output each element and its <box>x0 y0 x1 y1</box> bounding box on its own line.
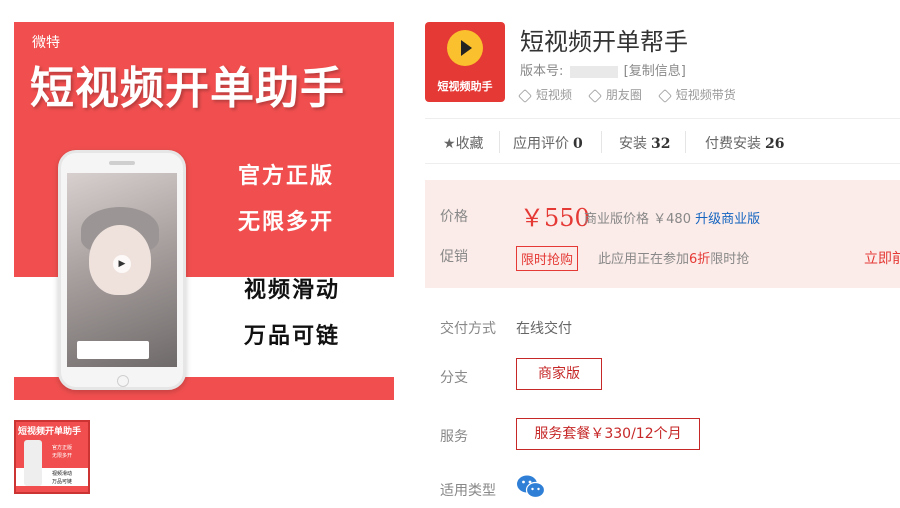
promo-badge: 限时抢购 <box>516 246 579 271</box>
tag-list: 短视频 朋友圈 短视频带货 <box>517 86 750 103</box>
promo-discount: 6折 <box>689 252 711 267</box>
version-label: 版本号: <box>520 64 564 79</box>
phone-screen: ▶ <box>67 173 177 367</box>
banner-slogan-2: 无限多开 <box>238 210 335 235</box>
version-row: 版本号: [复制信息] <box>520 60 686 79</box>
tag-icon <box>657 88 672 103</box>
buy-now-link[interactable]: 立即前 <box>864 248 900 268</box>
video-play-icon: ▶ <box>113 255 131 273</box>
paid-installs-count: 26 <box>765 136 785 152</box>
reviews-count: 0 <box>573 136 583 152</box>
thumbnail-phone <box>24 440 42 486</box>
banner-title: 短视频开单助手 <box>30 63 345 114</box>
play-icon <box>447 30 483 66</box>
tag-label: 短视频 <box>536 88 573 102</box>
thumbnail-line-4: 万品可链 <box>52 479 73 485</box>
service-label: 服务 <box>440 429 468 445</box>
favorite-label: 收藏 <box>455 136 484 152</box>
delivery-label: 交付方式 <box>440 321 496 337</box>
price-label: 价格 <box>440 209 468 225</box>
installs-stat: 安装 32 <box>619 133 670 153</box>
banner-brand: 微特 <box>32 35 60 51</box>
tag-item[interactable]: 短视频带货 <box>657 86 736 103</box>
phone-home-button <box>117 375 129 387</box>
wechat-icon <box>517 475 546 499</box>
app-logo: 短视频助手 <box>425 22 505 102</box>
promo-label: 促销 <box>440 249 468 265</box>
business-price-label: 商业版价格 <box>584 212 650 227</box>
promo-text: 此应用正在参加6折限时抢 <box>598 248 749 267</box>
phone-speaker <box>109 161 135 165</box>
tag-icon <box>587 88 602 103</box>
gallery-thumbnail[interactable]: 短视频开单助手 官方正版 无限多开 视频滑动 万品可链 <box>14 420 90 494</box>
price-value: ￥550 <box>520 204 590 232</box>
type-label: 适用类型 <box>440 483 496 499</box>
branch-label: 分支 <box>440 370 468 386</box>
stats-divider <box>685 131 686 153</box>
business-price: 商业版价格 ￥480 升级商业版 <box>584 208 760 227</box>
upgrade-link[interactable]: 升级商业版 <box>695 212 760 227</box>
copy-info-link[interactable]: [复制信息] <box>624 64 686 79</box>
stats-divider <box>499 131 500 153</box>
product-banner-image: 微特 短视频开单助手 ▶ 官方正版 无限多开 视频滑动 万品可链 <box>14 22 394 400</box>
tag-item[interactable]: 朋友圈 <box>587 86 642 103</box>
favorite-button[interactable]: ★收藏 <box>443 133 484 153</box>
thumbnail-line-3: 视频滑动 <box>52 471 73 477</box>
business-price-value: ￥480 <box>653 212 691 227</box>
banner-slogan-1: 官方正版 <box>238 164 335 189</box>
stats-divider <box>601 131 602 153</box>
thumbnail-line-2: 无限多开 <box>52 453 73 459</box>
promo-text-prefix: 此应用正在参加 <box>598 252 690 267</box>
branch-option-button[interactable]: 商家版 <box>516 358 602 390</box>
reviews-stat[interactable]: 应用评价 0 <box>513 133 583 153</box>
phone-mockup: ▶ <box>58 150 186 390</box>
installs-count: 32 <box>651 136 671 152</box>
phone-product-card <box>77 341 149 359</box>
app-title: 短视频开单帮手 <box>520 28 688 56</box>
delivery-value: 在线交付 <box>516 321 572 337</box>
banner-slogan-4: 万品可链 <box>244 324 341 349</box>
paid-installs-label: 付费安装 <box>705 136 761 152</box>
version-value-redacted <box>569 65 618 78</box>
banner-slogan-3: 视频滑动 <box>244 278 341 303</box>
installs-label: 安装 <box>619 136 647 152</box>
service-option-button[interactable]: 服务套餐￥330/12个月 <box>516 418 700 450</box>
tag-label: 朋友圈 <box>605 88 642 102</box>
tag-item[interactable]: 短视频 <box>517 86 573 103</box>
tag-label: 短视频带货 <box>675 88 736 102</box>
thumbnail-line-1: 官方正版 <box>52 445 73 451</box>
app-logo-label: 短视频助手 <box>437 80 493 93</box>
star-icon: ★ <box>443 136 456 152</box>
thumbnail-title: 短视频开单助手 <box>18 427 82 437</box>
reviews-label: 应用评价 <box>513 136 569 152</box>
stats-bar: ★收藏 应用评价 0 安装 32 付费安装 26 <box>425 118 900 164</box>
tag-icon <box>517 88 533 103</box>
promo-text-suffix: 限时抢 <box>710 252 750 267</box>
price-panel <box>425 180 900 288</box>
paid-installs-stat: 付费安装 26 <box>705 133 784 153</box>
